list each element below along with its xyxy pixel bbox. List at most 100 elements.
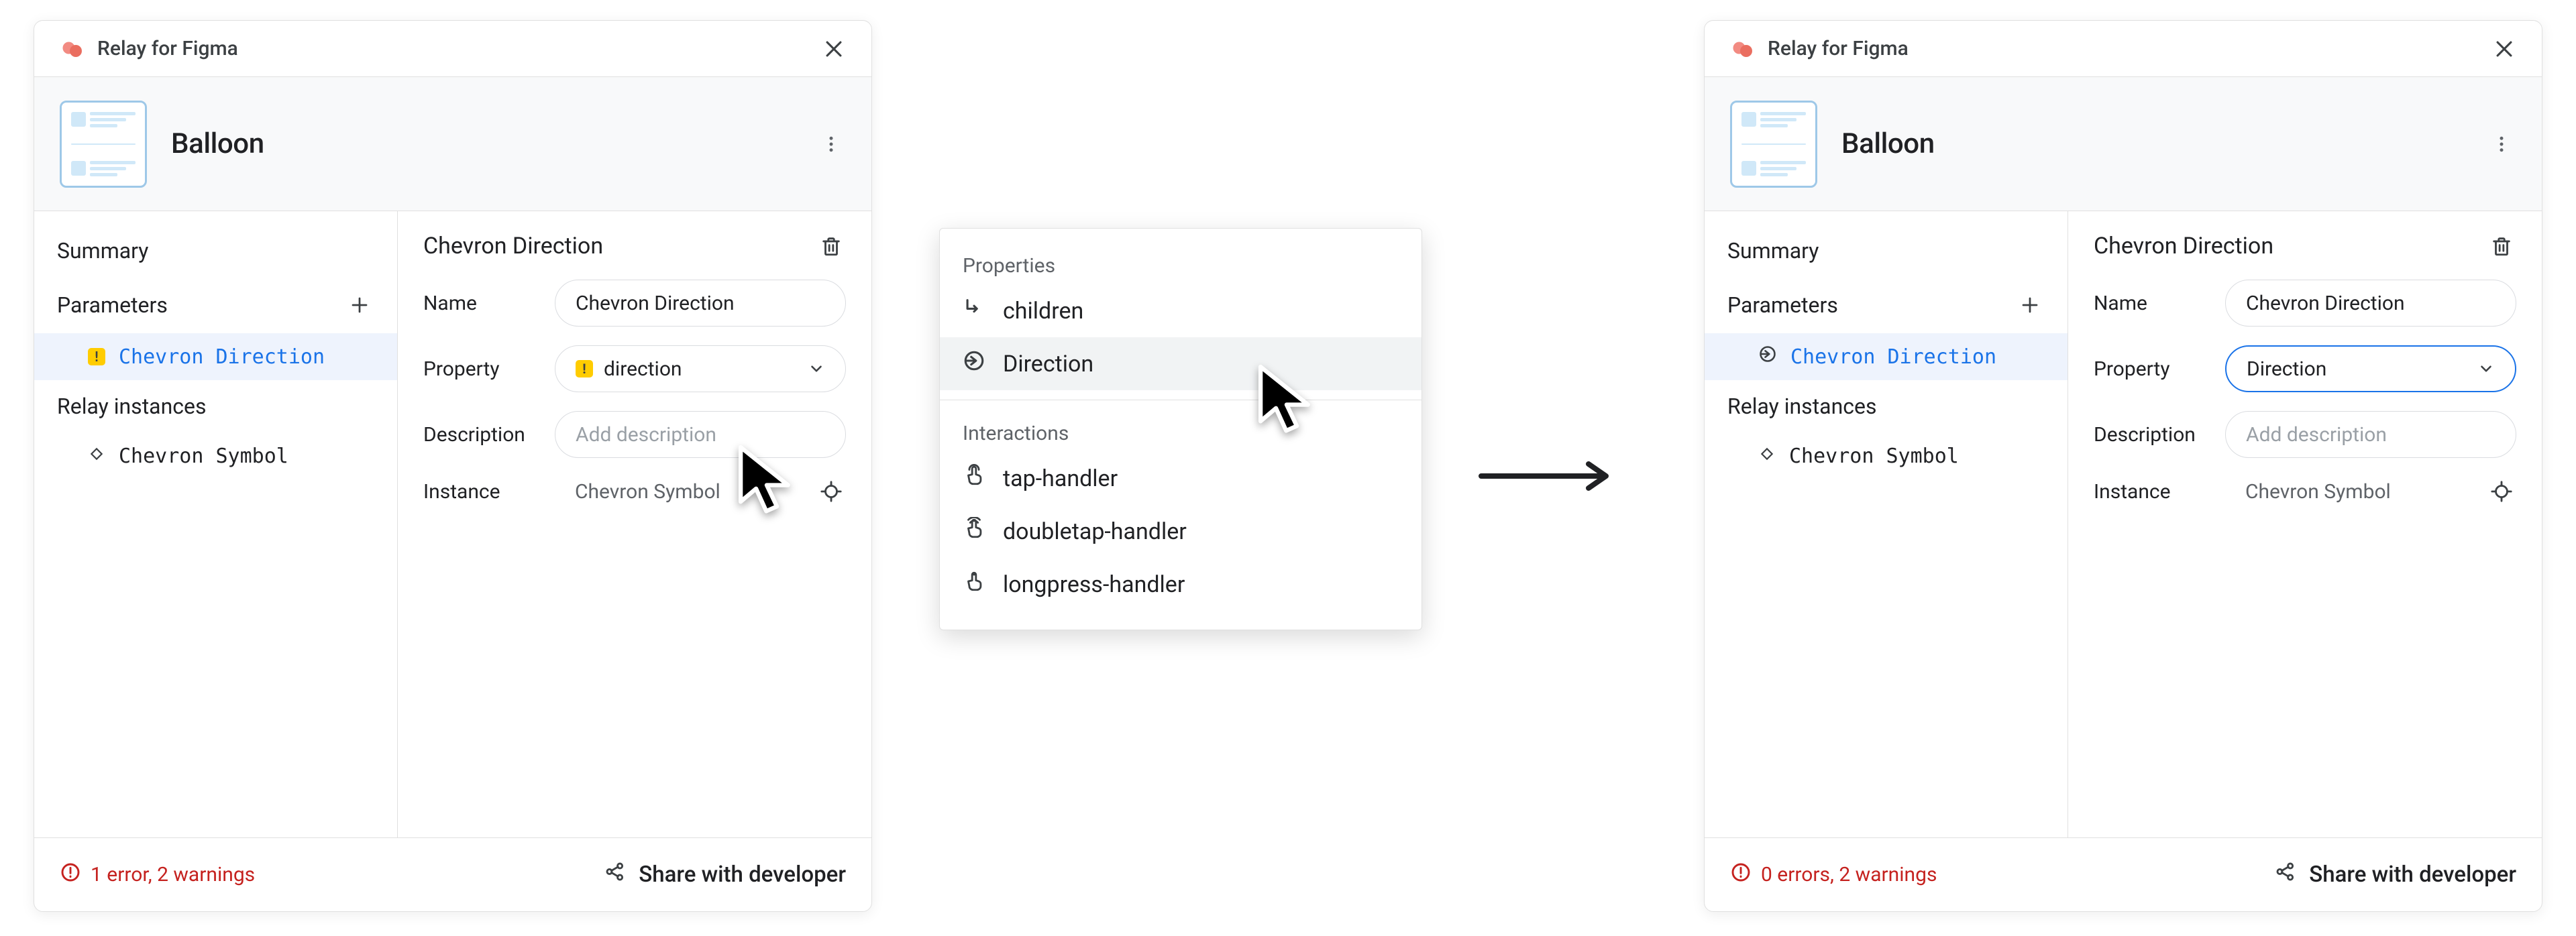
- instance-label: Instance: [2094, 480, 2212, 504]
- transition-arrow-icon: [1476, 456, 1617, 496]
- more-options-button[interactable]: [2487, 129, 2516, 159]
- detail-pane: Chevron Direction Name Chevron Direction…: [2068, 211, 2542, 837]
- sidebar-parameter-name: Chevron Direction: [1790, 345, 1996, 369]
- instance-value: Chevron Symbol: [2225, 480, 2473, 504]
- sidebar-parameter-item[interactable]: ! Chevron Direction: [34, 333, 397, 380]
- error-icon: [60, 862, 81, 888]
- popup-item-doubletap[interactable]: doubletap-handler: [940, 505, 1421, 558]
- status-text: 1 error, 2 warnings: [91, 863, 255, 886]
- sidebar-parameters-header: Parameters: [1705, 277, 2068, 333]
- window-title: Relay for Figma: [1768, 37, 1909, 60]
- sidebar-instance-item[interactable]: Chevron Symbol: [34, 432, 397, 479]
- sidebar-relay-instances-header: Relay instances: [34, 380, 397, 432]
- popup-item-label: Direction: [1003, 351, 1093, 377]
- status-indicator[interactable]: 1 error, 2 warnings: [60, 862, 255, 888]
- delete-button[interactable]: [2487, 231, 2516, 261]
- sidebar: Summary Parameters Chevron Direction Rel…: [1705, 211, 2068, 837]
- relay-logo-icon: [57, 34, 87, 64]
- sidebar-parameters-label: Parameters: [57, 292, 168, 318]
- name-input-value: Chevron Direction: [2246, 292, 2405, 315]
- add-parameter-button[interactable]: [345, 290, 374, 320]
- share-label: Share with developer: [639, 862, 846, 888]
- popup-item-label: children: [1003, 298, 1083, 325]
- panel-after: Relay for Figma Balloon Summary: [1704, 20, 2542, 912]
- diamond-icon: [88, 445, 105, 468]
- chevron-down-icon: [2477, 360, 2495, 377]
- property-select[interactable]: ! direction: [555, 345, 846, 392]
- error-icon: [1730, 862, 1752, 888]
- popup-item-direction[interactable]: Direction: [940, 337, 1421, 390]
- status-text: 0 errors, 2 warnings: [1761, 863, 1937, 886]
- sidebar-instance-item[interactable]: Chevron Symbol: [1705, 432, 2068, 479]
- popup-item-longpress[interactable]: longpress-handler: [940, 558, 1421, 611]
- sidebar-instance-name: Chevron Symbol: [1789, 445, 1959, 468]
- sidebar-parameter-item[interactable]: Chevron Direction: [1705, 333, 2068, 380]
- description-input[interactable]: Add description: [2225, 411, 2516, 458]
- property-select-value: Direction: [2247, 357, 2326, 381]
- property-select[interactable]: Direction: [2225, 345, 2516, 392]
- close-button[interactable]: [2489, 34, 2519, 64]
- component-header: Balloon: [34, 77, 871, 211]
- longpress-icon: [963, 570, 985, 599]
- description-placeholder: Add description: [2246, 423, 2387, 447]
- window-header: Relay for Figma: [1705, 21, 2542, 77]
- property-select-value: direction: [604, 357, 682, 381]
- direction-icon: [1758, 345, 1777, 369]
- close-button[interactable]: [819, 34, 849, 64]
- property-label: Property: [423, 357, 541, 381]
- share-icon: [604, 860, 627, 889]
- more-options-button[interactable]: [816, 129, 846, 159]
- sidebar-parameters-label: Parameters: [1727, 292, 1838, 318]
- sidebar-instance-name: Chevron Symbol: [119, 445, 288, 468]
- detail-title: Chevron Direction: [2094, 233, 2273, 259]
- popup-item-tap[interactable]: tap-handler: [940, 452, 1421, 505]
- locate-instance-button[interactable]: [816, 477, 846, 506]
- popup-item-children[interactable]: children: [940, 284, 1421, 337]
- popup-item-label: longpress-handler: [1003, 571, 1185, 598]
- name-input-value: Chevron Direction: [576, 292, 735, 315]
- cursor-icon: [735, 443, 808, 528]
- instance-label: Instance: [423, 480, 541, 504]
- sidebar-summary[interactable]: Summary: [1705, 225, 2068, 277]
- share-with-developer-button[interactable]: Share with developer: [2274, 860, 2516, 889]
- popup-item-label: tap-handler: [1003, 465, 1118, 492]
- warning-badge-icon: !: [576, 360, 593, 377]
- sidebar-relay-instances-header: Relay instances: [1705, 380, 2068, 432]
- tap-icon: [963, 464, 985, 493]
- cursor-icon: [1254, 362, 1328, 447]
- relay-logo-icon: [1727, 34, 1757, 64]
- direction-icon: [963, 349, 985, 378]
- description-label: Description: [423, 423, 541, 447]
- popup-interactions-label: Interactions: [940, 410, 1421, 452]
- property-label: Property: [2094, 357, 2212, 381]
- property-popup: Properties children Direction Interactio…: [939, 228, 1422, 630]
- panel-footer: 1 error, 2 warnings Share with developer: [34, 837, 871, 911]
- sidebar-parameter-name: Chevron Direction: [119, 345, 325, 369]
- delete-button[interactable]: [816, 231, 846, 261]
- component-name: Balloon: [171, 127, 264, 160]
- sidebar-summary-label: Summary: [1727, 238, 1819, 264]
- share-label: Share with developer: [2309, 862, 2516, 888]
- description-label: Description: [2094, 423, 2212, 447]
- share-with-developer-button[interactable]: Share with developer: [604, 860, 846, 889]
- name-input[interactable]: Chevron Direction: [2225, 280, 2516, 327]
- name-label: Name: [2094, 292, 2212, 315]
- diamond-icon: [1758, 445, 1776, 468]
- window-header: Relay for Figma: [34, 21, 871, 77]
- status-indicator[interactable]: 0 errors, 2 warnings: [1730, 862, 1937, 888]
- sidebar: Summary Parameters ! Chevron Direction R…: [34, 211, 398, 837]
- popup-item-label: doubletap-handler: [1003, 518, 1187, 545]
- sidebar-summary[interactable]: Summary: [34, 225, 397, 277]
- locate-instance-button[interactable]: [2487, 477, 2516, 506]
- sidebar-relay-instances-label: Relay instances: [1727, 394, 1876, 419]
- component-thumbnail: [1730, 101, 1817, 188]
- add-parameter-button[interactable]: [2015, 290, 2045, 320]
- window-title: Relay for Figma: [97, 37, 238, 60]
- warning-badge-icon: !: [88, 348, 105, 365]
- sidebar-relay-instances-label: Relay instances: [57, 394, 206, 419]
- share-icon: [2274, 860, 2297, 889]
- name-input[interactable]: Chevron Direction: [555, 280, 846, 327]
- component-header: Balloon: [1705, 77, 2542, 211]
- popup-properties-label: Properties: [940, 242, 1421, 284]
- component-name: Balloon: [1841, 127, 1935, 160]
